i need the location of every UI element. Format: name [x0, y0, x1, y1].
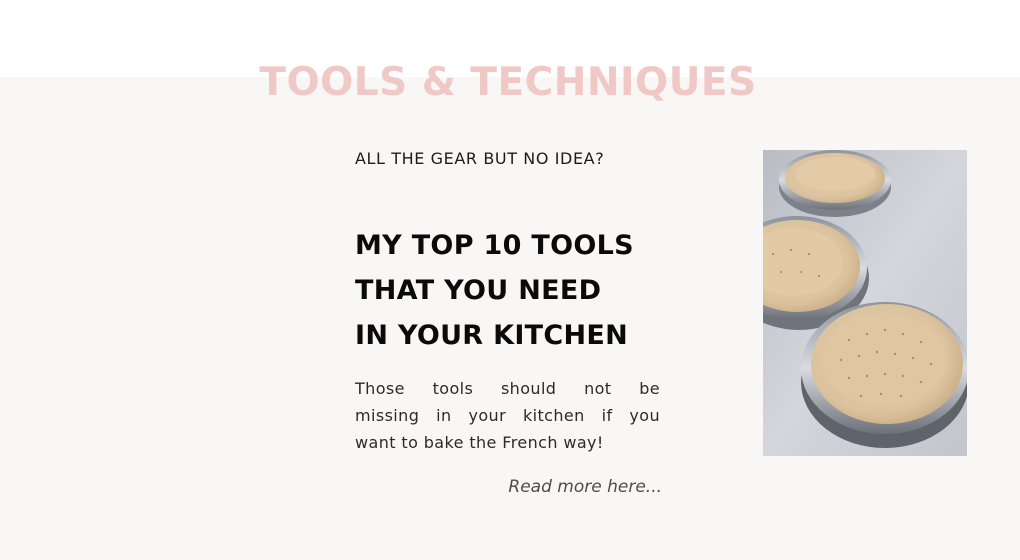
article-heading-line[interactable]: MY TOP 10 TOOLS — [355, 223, 675, 268]
article-description: Those tools should not be missing in you… — [355, 375, 660, 456]
article-eyebrow: ALL THE GEAR BUT NO IDEA? — [355, 149, 605, 168]
article-description-line: Those tools should not be — [355, 379, 660, 398]
article-heading[interactable]: MY TOP 10 TOOLS THAT YOU NEED IN YOUR KI… — [355, 223, 675, 358]
tart-rings-photo[interactable] — [763, 150, 967, 456]
article-description-line: missing in your kitchen if you — [355, 406, 660, 425]
read-more-link[interactable]: Read more here... — [460, 474, 662, 500]
article-description-line: want to bake the French way! — [355, 433, 604, 452]
article-heading-line[interactable]: THAT YOU NEED — [355, 268, 675, 313]
section-title: TOOLS & TECHNIQUES — [259, 60, 757, 105]
article-heading-line[interactable]: IN YOUR KITCHEN — [355, 313, 675, 358]
